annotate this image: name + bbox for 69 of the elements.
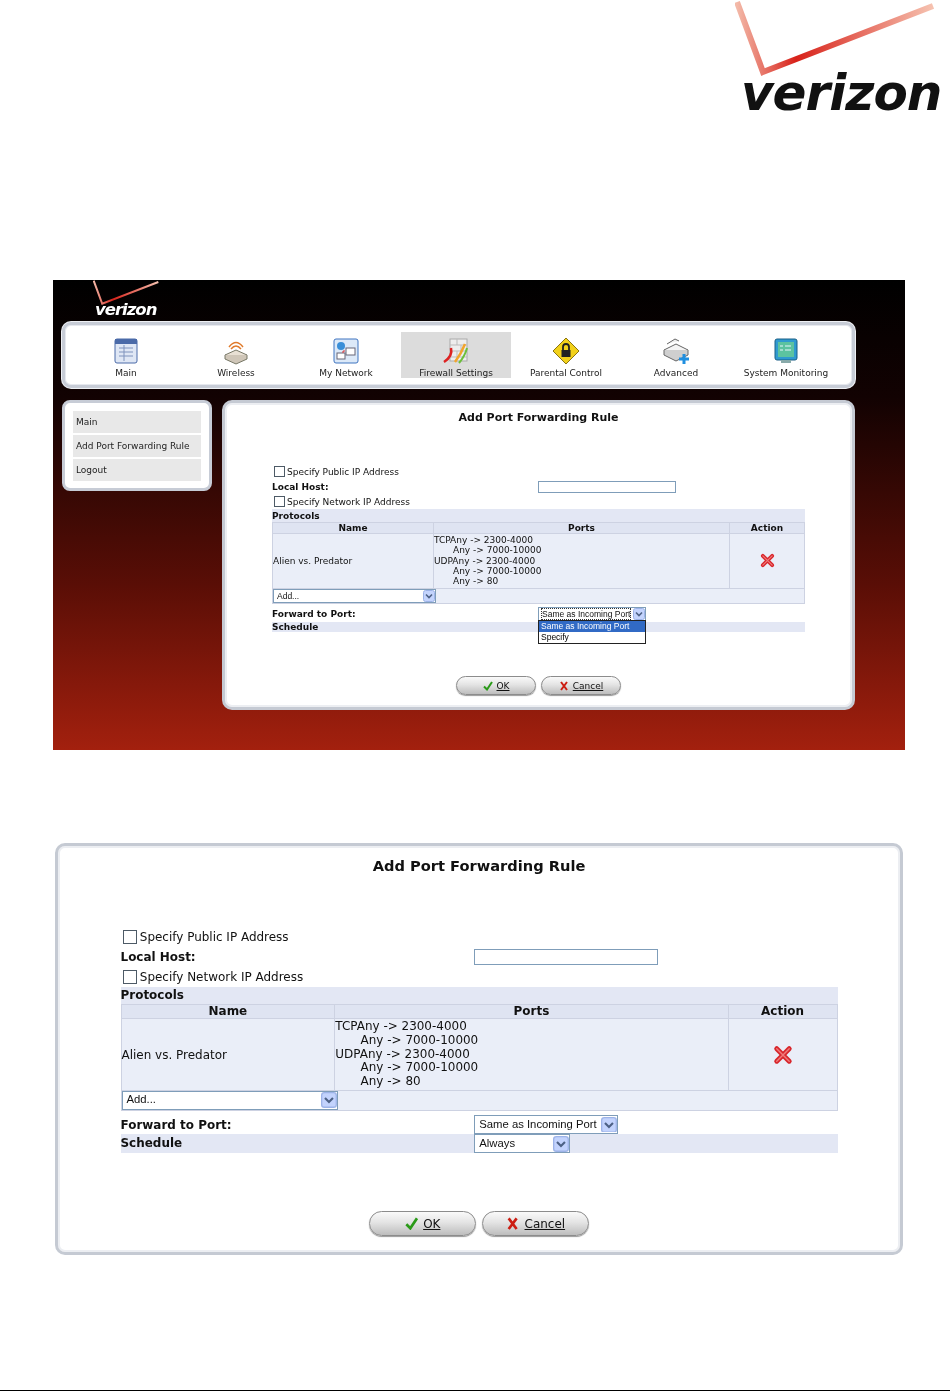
- port-rule: Any -> 80: [452, 576, 500, 587]
- x-icon: [558, 680, 569, 691]
- delete-icon[interactable]: [772, 1044, 793, 1065]
- x-icon: [505, 1217, 520, 1231]
- nav-tab[interactable]: Parental Control: [511, 332, 621, 378]
- field-label: Local Host:: [272, 481, 329, 492]
- nav-tab[interactable]: Advanced: [621, 332, 731, 378]
- field-label: Forward to Port:: [272, 609, 356, 620]
- checkbox[interactable]: [274, 496, 285, 507]
- brand-name: verizon: [741, 68, 942, 118]
- port-rule: UDPAny -> 2300-4000: [335, 1047, 471, 1062]
- sidebar-item[interactable]: Main: [73, 411, 201, 433]
- section-header: Protocols: [272, 509, 805, 522]
- table-window-icon: [111, 336, 141, 366]
- checkbox-label: Specify Public IP Address: [139, 929, 289, 944]
- port-rule: Any -> 7000-10000: [452, 545, 543, 556]
- column-header: Name: [121, 1004, 335, 1019]
- table-cell: Alien vs. Predator: [273, 534, 433, 588]
- form-title: Add Port Forwarding Rule: [457, 411, 620, 424]
- column-header: Ports: [434, 523, 729, 533]
- port-rule: Any -> 80: [359, 1075, 422, 1089]
- monitor-icon: [771, 336, 801, 366]
- port-select[interactable]: Same as Incoming Port: [474, 1115, 618, 1134]
- port-rule: TCPAny -> 2300-4000: [335, 1020, 468, 1034]
- padlock-sign-icon: [551, 336, 581, 366]
- network-computers-icon: [331, 336, 361, 366]
- checkbox[interactable]: [123, 929, 138, 944]
- port-rule: Any -> 7000-10000: [360, 1061, 480, 1076]
- column-header: Ports: [335, 1004, 728, 1019]
- field-label: Schedule: [120, 1137, 183, 1151]
- table-cell: Alien vs. Predator: [121, 1019, 335, 1090]
- port-rule: Any -> 7000-10000: [452, 566, 543, 577]
- form-title: Add Port Forwarding Rule: [371, 856, 587, 874]
- nav-tab[interactable]: My Network: [291, 332, 401, 378]
- ok-button[interactable]: OK: [456, 676, 536, 695]
- nav-tab[interactable]: Wireless: [181, 332, 291, 378]
- checkbox-label: Specify Network IP Address: [287, 496, 410, 507]
- check-icon: [404, 1217, 418, 1231]
- port-rule: TCPAny -> 2300-4000: [434, 535, 534, 546]
- local-host-field[interactable]: [474, 948, 658, 965]
- port-rule: Any -> 7000-10000: [360, 1033, 480, 1048]
- checkbox-label: Specify Network IP Address: [139, 969, 304, 984]
- column-header: Name: [273, 523, 433, 533]
- nav-tab[interactable]: System Monitoring: [731, 332, 841, 378]
- field-label: Local Host:: [120, 949, 196, 964]
- checkbox[interactable]: [123, 969, 138, 984]
- scanner-plus-icon: [661, 336, 691, 366]
- dropdown-option[interactable]: Same as Incoming Port: [539, 621, 645, 633]
- column-header: Action: [728, 1004, 837, 1019]
- nav-tab[interactable]: Main: [71, 332, 181, 378]
- field-label: Forward to Port:: [120, 1117, 232, 1132]
- column-header: Action: [730, 523, 804, 533]
- ok-button[interactable]: OK: [369, 1211, 476, 1237]
- port-rule: UDPAny -> 2300-4000: [434, 555, 537, 567]
- sidebar-item[interactable]: Add Port Forwarding Rule: [73, 435, 201, 457]
- cancel-button[interactable]: Cancel: [541, 676, 621, 695]
- delete-icon[interactable]: [759, 553, 775, 569]
- schedule-select[interactable]: Always: [474, 1134, 570, 1154]
- brand-name: verizon: [94, 302, 157, 319]
- nav-tab[interactable]: Firewall Settings: [401, 332, 511, 378]
- sidebar-item[interactable]: Logout: [73, 459, 201, 481]
- firewall-icon: [441, 336, 471, 366]
- section-header: Protocols: [120, 986, 838, 1004]
- checkbox-label: Specify Public IP Address: [287, 466, 399, 477]
- cancel-button[interactable]: Cancel: [482, 1211, 589, 1237]
- check-icon: [482, 680, 493, 691]
- local-host-field[interactable]: [538, 480, 676, 493]
- checkbox[interactable]: [274, 466, 285, 477]
- field-label: Schedule: [272, 621, 319, 632]
